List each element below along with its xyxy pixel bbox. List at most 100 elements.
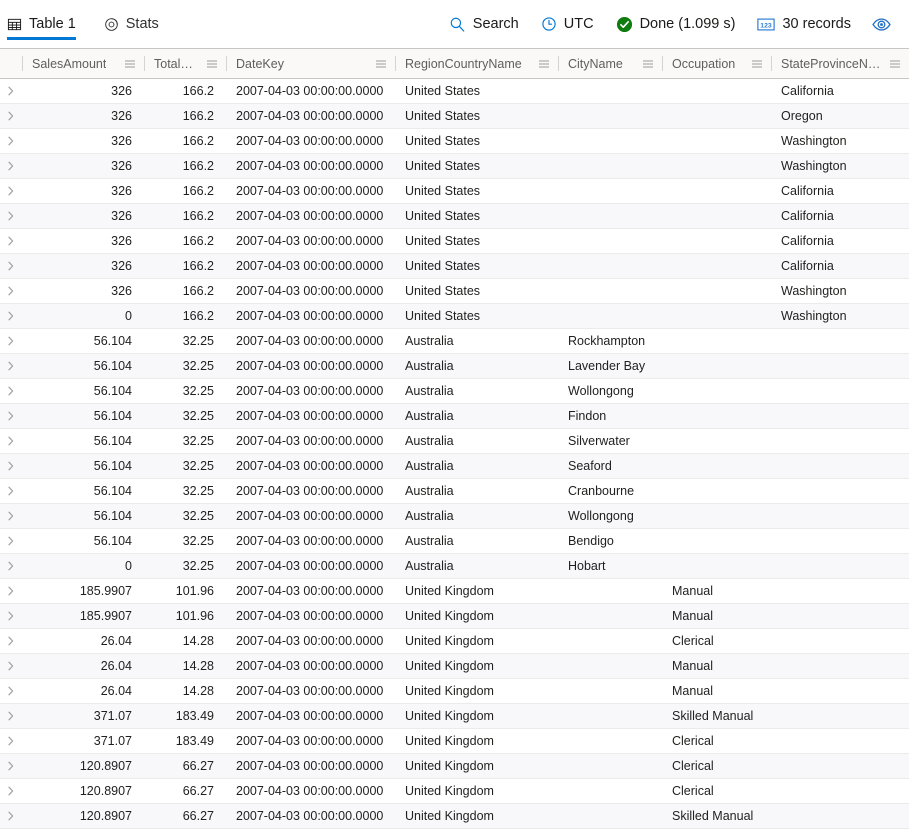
row-expand-chevron-icon[interactable] <box>0 604 22 628</box>
row-expand-chevron-icon[interactable] <box>0 304 22 328</box>
column-menu-icon[interactable] <box>642 58 654 70</box>
table-row[interactable]: 371.07 183.49 2007-04-03 00:00:00.0000 Unit… <box>0 729 909 754</box>
table-row[interactable]: 326 166.2 2007-04-03 00:00:00.0000 United S… <box>0 254 909 279</box>
column-header-totalcost[interactable]: TotalCost <box>144 49 226 78</box>
table-row[interactable]: 56.104 32.25 2007-04-03 00:00:00.0000 Austr… <box>0 404 909 429</box>
table-row[interactable]: 326 166.2 2007-04-03 00:00:00.0000 United S… <box>0 104 909 129</box>
table-row[interactable]: 0 32.25 2007-04-03 00:00:00.0000 Australia H… <box>0 554 909 579</box>
cell-occupation <box>662 154 771 178</box>
row-expand-chevron-icon[interactable] <box>0 129 22 153</box>
row-expand-chevron-icon[interactable] <box>0 279 22 303</box>
cell-regioncountryname: United States <box>405 159 481 173</box>
row-expand-chevron-icon[interactable] <box>0 329 22 353</box>
cell-stateprovincename <box>771 604 909 628</box>
cell-cityname <box>558 279 662 303</box>
table-row[interactable]: 56.104 32.25 2007-04-03 00:00:00.0000 Austr… <box>0 504 909 529</box>
table-row[interactable]: 26.04 14.28 2007-04-03 00:00:00.0000 United… <box>0 679 909 704</box>
table-row[interactable]: 120.8907 66.27 2007-04-03 00:00:00.0000 Uni… <box>0 754 909 779</box>
row-expand-chevron-icon[interactable] <box>0 779 22 803</box>
table-row[interactable]: 56.104 32.25 2007-04-03 00:00:00.0000 Austr… <box>0 529 909 554</box>
row-expand-chevron-icon[interactable] <box>0 654 22 678</box>
row-expand-chevron-icon[interactable] <box>0 504 22 528</box>
row-expand-chevron-icon[interactable] <box>0 704 22 728</box>
column-menu-icon[interactable] <box>538 58 550 70</box>
preview-toggle-button[interactable] <box>862 7 899 41</box>
cell-salesamount: 0 <box>125 559 132 573</box>
tab-table-1[interactable]: Table 1 <box>7 0 88 48</box>
row-expand-chevron-icon[interactable] <box>0 529 22 553</box>
table-row[interactable]: 185.9907 101.96 2007-04-03 00:00:00.0000 Un… <box>0 604 909 629</box>
row-expand-chevron-icon[interactable] <box>0 729 22 753</box>
cell-totalcost: 166.2 <box>182 259 214 273</box>
column-header-datekey-label: DateKey <box>236 56 284 71</box>
table-row[interactable]: 326 166.2 2007-04-03 00:00:00.0000 United S… <box>0 79 909 104</box>
row-expand-chevron-icon[interactable] <box>0 454 22 478</box>
row-expand-chevron-icon[interactable] <box>0 754 22 778</box>
table-row[interactable]: 185.9907 101.96 2007-04-03 00:00:00.0000 Un… <box>0 579 909 604</box>
row-expand-chevron-icon[interactable] <box>0 79 22 103</box>
row-expand-chevron-icon[interactable] <box>0 629 22 653</box>
cell-stateprovincename <box>771 704 909 728</box>
row-expand-chevron-icon[interactable] <box>0 254 22 278</box>
row-expand-chevron-icon[interactable] <box>0 179 22 203</box>
search-button[interactable]: Search <box>438 7 530 41</box>
cell-salesamount: 185.9907 <box>79 609 132 623</box>
table-row[interactable]: 326 166.2 2007-04-03 00:00:00.0000 United S… <box>0 179 909 204</box>
cell-datekey: 2007-04-03 00:00:00.0000 <box>236 284 384 298</box>
row-expand-chevron-icon[interactable] <box>0 429 22 453</box>
table-row[interactable]: 0 166.2 2007-04-03 00:00:00.0000 United Sta… <box>0 304 909 329</box>
column-menu-icon[interactable] <box>206 58 218 70</box>
cell-datekey: 2007-04-03 00:00:00.0000 <box>236 509 384 523</box>
timezone-button[interactable]: UTC <box>530 7 605 41</box>
table-row[interactable]: 56.104 32.25 2007-04-03 00:00:00.0000 Austr… <box>0 479 909 504</box>
cell-datekey: 2007-04-03 00:00:00.0000 <box>236 459 384 473</box>
row-expand-chevron-icon[interactable] <box>0 804 22 828</box>
table-row[interactable]: 26.04 14.28 2007-04-03 00:00:00.0000 United… <box>0 654 909 679</box>
table-row[interactable]: 371.07 183.49 2007-04-03 00:00:00.0000 Unit… <box>0 704 909 729</box>
table-row[interactable]: 326 166.2 2007-04-03 00:00:00.0000 United S… <box>0 129 909 154</box>
column-header-salesamount[interactable]: SalesAmount <box>22 49 144 78</box>
cell-stateprovincename <box>771 804 909 828</box>
row-expand-chevron-icon[interactable] <box>0 579 22 603</box>
table-row[interactable]: 326 166.2 2007-04-03 00:00:00.0000 United S… <box>0 279 909 304</box>
row-expand-chevron-icon[interactable] <box>0 354 22 378</box>
table-row[interactable]: 56.104 32.25 2007-04-03 00:00:00.0000 Austr… <box>0 329 909 354</box>
row-expand-chevron-icon[interactable] <box>0 104 22 128</box>
row-expand-chevron-icon[interactable] <box>0 679 22 703</box>
cell-stateprovincename <box>771 504 909 528</box>
cell-cityname <box>558 129 662 153</box>
column-menu-icon[interactable] <box>751 58 763 70</box>
results-toolbar: Table 1 Stats Search UTC Done (1.099 s) … <box>0 0 909 48</box>
column-menu-icon[interactable] <box>124 58 136 70</box>
table-row[interactable]: 326 166.2 2007-04-03 00:00:00.0000 United S… <box>0 229 909 254</box>
table-row[interactable]: 120.8907 66.27 2007-04-03 00:00:00.0000 Uni… <box>0 804 909 829</box>
column-header-datekey[interactable]: DateKey <box>226 49 395 78</box>
column-header-occupation[interactable]: Occupation <box>662 49 771 78</box>
cell-salesamount: 120.8907 <box>79 759 132 773</box>
table-row[interactable]: 56.104 32.25 2007-04-03 00:00:00.0000 Austr… <box>0 379 909 404</box>
row-expand-chevron-icon[interactable] <box>0 204 22 228</box>
column-menu-icon[interactable] <box>375 58 387 70</box>
table-row[interactable]: 26.04 14.28 2007-04-03 00:00:00.0000 United… <box>0 629 909 654</box>
column-header-regioncountryname[interactable]: RegionCountryName <box>395 49 558 78</box>
row-expand-chevron-icon[interactable] <box>0 229 22 253</box>
column-menu-icon[interactable] <box>889 58 901 70</box>
cell-stateprovincename: Washington <box>781 159 847 173</box>
row-expand-chevron-icon[interactable] <box>0 154 22 178</box>
table-row[interactable]: 326 166.2 2007-04-03 00:00:00.0000 United S… <box>0 204 909 229</box>
cell-totalcost: 32.25 <box>182 459 214 473</box>
row-expand-chevron-icon[interactable] <box>0 404 22 428</box>
table-row[interactable]: 120.8907 66.27 2007-04-03 00:00:00.0000 Uni… <box>0 779 909 804</box>
row-expand-chevron-icon[interactable] <box>0 379 22 403</box>
row-expand-chevron-icon[interactable] <box>0 479 22 503</box>
table-row[interactable]: 326 166.2 2007-04-03 00:00:00.0000 United S… <box>0 154 909 179</box>
cell-datekey: 2007-04-03 00:00:00.0000 <box>236 84 384 98</box>
cell-stateprovincename <box>771 679 909 703</box>
table-row[interactable]: 56.104 32.25 2007-04-03 00:00:00.0000 Austr… <box>0 454 909 479</box>
table-row[interactable]: 56.104 32.25 2007-04-03 00:00:00.0000 Austr… <box>0 354 909 379</box>
tab-stats[interactable]: Stats <box>104 0 171 48</box>
column-header-cityname[interactable]: CityName <box>558 49 662 78</box>
row-expand-chevron-icon[interactable] <box>0 554 22 578</box>
column-header-stateprovincename[interactable]: StateProvinceName <box>771 49 909 78</box>
table-row[interactable]: 56.104 32.25 2007-04-03 00:00:00.0000 Austr… <box>0 429 909 454</box>
